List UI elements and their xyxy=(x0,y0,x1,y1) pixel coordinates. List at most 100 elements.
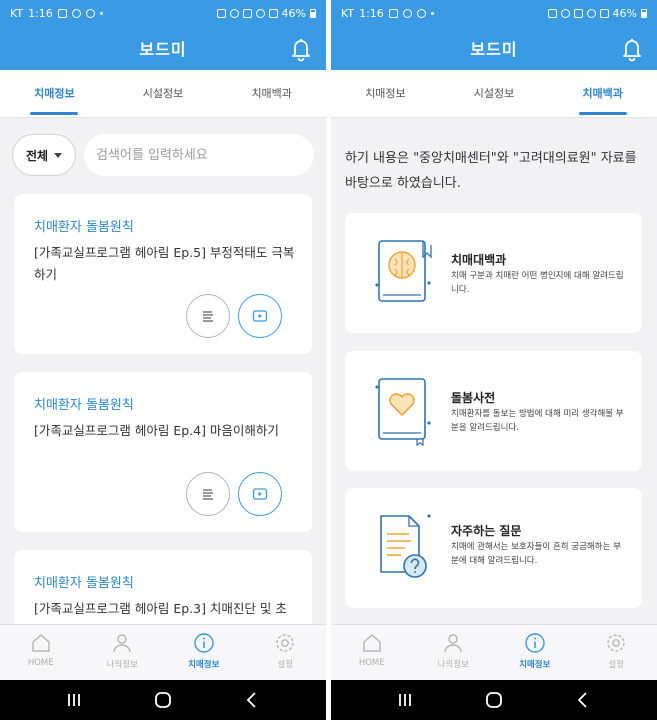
filter-label: 전체 xyxy=(25,148,49,163)
nav-label: 치매정보 xyxy=(519,660,551,670)
tab-bar: 치매정보 시설정보 치매백과 xyxy=(0,70,326,118)
tab-bar: 치매정보 시설정보 치매백과 xyxy=(331,70,657,118)
bottom-nav: HOME 나의정보 치매정보 설정 xyxy=(0,624,326,680)
brain-book-icon xyxy=(375,240,432,302)
download-icon xyxy=(85,8,95,18)
lock-icon xyxy=(216,8,226,18)
person-icon xyxy=(113,634,131,653)
home-button-icon[interactable] xyxy=(484,690,504,710)
video-play-button[interactable] xyxy=(238,294,282,338)
notification-dot-icon xyxy=(99,11,103,15)
encyclopedia-card[interactable]: 돌봄사전 치매환자를 돌보는 방법에 대해 미리 생각해볼 부분을 알려드립니다… xyxy=(345,351,642,471)
nav-label: HOME xyxy=(27,658,54,668)
tab-facility-info[interactable]: 시설정보 xyxy=(109,70,218,117)
encyclopedia-card[interactable]: 자주하는 질문 치매에 관해서는 보호자들이 흔히 궁금해하는 부분에 대해 알… xyxy=(345,488,642,608)
signal-icon xyxy=(268,8,278,18)
search-row: 전체 xyxy=(12,134,314,176)
gallery-icon xyxy=(388,8,398,18)
battery-icon xyxy=(641,8,647,18)
question-document-icon xyxy=(380,514,431,578)
nav-label: HOME xyxy=(358,658,385,668)
nav-my-info[interactable]: 나의정보 xyxy=(82,625,164,680)
card-description: 치매 구분과 치매란 어떤 병인지에 대해 알려드립니다. xyxy=(451,271,624,295)
notification-dot-icon xyxy=(430,11,434,15)
screen-right: KT 1:16 46% 보드미 치매정보 시설정보 치매백과 하기 내용은 "중… xyxy=(331,0,657,720)
status-bar: KT 1:16 46% xyxy=(331,0,657,26)
video-play-button[interactable] xyxy=(238,472,282,516)
screen-left: KT 1:16 46% 보드미 치매정보 시설정보 치매백과 전체 검색어를 입… xyxy=(0,0,326,720)
encyclopedia-card[interactable]: 치매대백과 치매 구분과 치매란 어떤 병인지에 대해 알려드립니다. xyxy=(345,213,642,333)
nav-dementia-info[interactable]: 치매정보 xyxy=(494,625,576,680)
recent-apps-icon[interactable] xyxy=(64,690,84,710)
tab-dementia-encyclopedia[interactable]: 치매백과 xyxy=(548,70,657,117)
gallery-icon xyxy=(57,8,67,18)
carrier-label: KT xyxy=(10,6,24,20)
bottom-nav: HOME 나의정보 치매정보 설정 xyxy=(331,624,657,680)
bell-icon[interactable] xyxy=(617,33,647,63)
bell-icon[interactable] xyxy=(286,33,316,63)
message-icon xyxy=(71,8,81,18)
tab-dementia-info[interactable]: 치매정보 xyxy=(331,70,440,117)
tab-facility-info[interactable]: 시설정보 xyxy=(440,70,549,117)
home-button-icon[interactable] xyxy=(153,690,173,710)
text-view-button[interactable] xyxy=(186,472,230,516)
system-nav-bar xyxy=(0,680,326,720)
nav-label: 나의정보 xyxy=(106,660,138,670)
recent-apps-icon[interactable] xyxy=(395,690,415,710)
download-icon xyxy=(416,8,426,18)
heart-book-icon xyxy=(375,378,431,447)
back-icon[interactable] xyxy=(573,690,593,710)
content-card[interactable]: 치매환자 돌봄원칙 [가족교실프로그램 헤아림 Ep.4] 마음이해하기 xyxy=(14,372,312,532)
nav-home[interactable]: HOME xyxy=(331,625,413,680)
tab-dementia-encyclopedia[interactable]: 치매백과 xyxy=(217,70,326,117)
clock: 1:16 xyxy=(28,6,53,20)
nav-my-info[interactable]: 나의정보 xyxy=(413,625,495,680)
nav-settings[interactable]: 설정 xyxy=(576,625,657,680)
nav-home[interactable]: HOME xyxy=(0,625,82,680)
wifi-icon xyxy=(586,8,596,18)
gear-icon xyxy=(276,634,294,652)
nav-dementia-info[interactable]: 치매정보 xyxy=(163,625,245,680)
text-view-button[interactable] xyxy=(186,294,230,338)
search-input[interactable] xyxy=(84,134,314,176)
wifi-icon xyxy=(255,8,265,18)
alarm-icon xyxy=(229,8,239,18)
card-title: 자주하는 질문 xyxy=(451,524,522,538)
gear-icon xyxy=(607,634,625,652)
mute-icon xyxy=(573,8,583,18)
tab-dementia-info[interactable]: 치매정보 xyxy=(0,70,109,117)
message-icon xyxy=(402,8,412,18)
content-card[interactable]: 치매환자 돌봄원칙 [가족교실프로그램 헤아림 Ep.5] 부정적태도 극복하기 xyxy=(14,194,312,354)
caret-down-icon xyxy=(54,152,63,158)
status-bar: KT 1:16 46% xyxy=(0,0,326,26)
card-category: 치매환자 돌봄원칙 xyxy=(34,220,134,235)
video-icon xyxy=(252,488,268,500)
text-lines-icon xyxy=(203,489,213,500)
nav-label: 설정 xyxy=(277,660,294,670)
info-icon xyxy=(194,633,214,653)
clock: 1:16 xyxy=(359,6,384,20)
mute-icon xyxy=(242,8,252,18)
video-icon xyxy=(252,310,268,322)
card-title: [가족교실프로그램 헤아림 Ep.5] 부정적태도 극복하기 xyxy=(34,245,295,282)
app-title: 보드미 xyxy=(470,40,518,59)
person-icon xyxy=(444,634,462,653)
card-title: 치매대백과 xyxy=(451,253,507,267)
lock-icon xyxy=(547,8,557,18)
app-title: 보드미 xyxy=(139,40,187,59)
card-category: 치매환자 돌봄원칙 xyxy=(34,576,134,591)
card-title: 돌봄사전 xyxy=(451,391,496,405)
filter-dropdown[interactable]: 전체 xyxy=(12,134,76,176)
card-description: 치매에 관해서는 보호자들이 흔히 궁금해하는 부분에 대해 알려드립니다. xyxy=(451,542,621,566)
alarm-icon xyxy=(560,8,570,18)
nav-settings[interactable]: 설정 xyxy=(245,625,327,680)
system-nav-bar xyxy=(331,680,657,720)
text-lines-icon xyxy=(203,311,213,322)
app-bar: 보드미 xyxy=(0,26,326,70)
back-icon[interactable] xyxy=(242,690,262,710)
app-bar: 보드미 xyxy=(331,26,657,70)
signal-icon xyxy=(599,8,609,18)
card-description: 치매환자를 돌보는 방법에 대해 미리 생각해볼 부분을 알려드립니다. xyxy=(451,409,624,433)
source-notice: 하기 내용은 "중앙치매센터"와 "고려대의료원" 자료를 바탕으로 하였습니다… xyxy=(345,151,637,191)
info-icon xyxy=(525,633,545,653)
